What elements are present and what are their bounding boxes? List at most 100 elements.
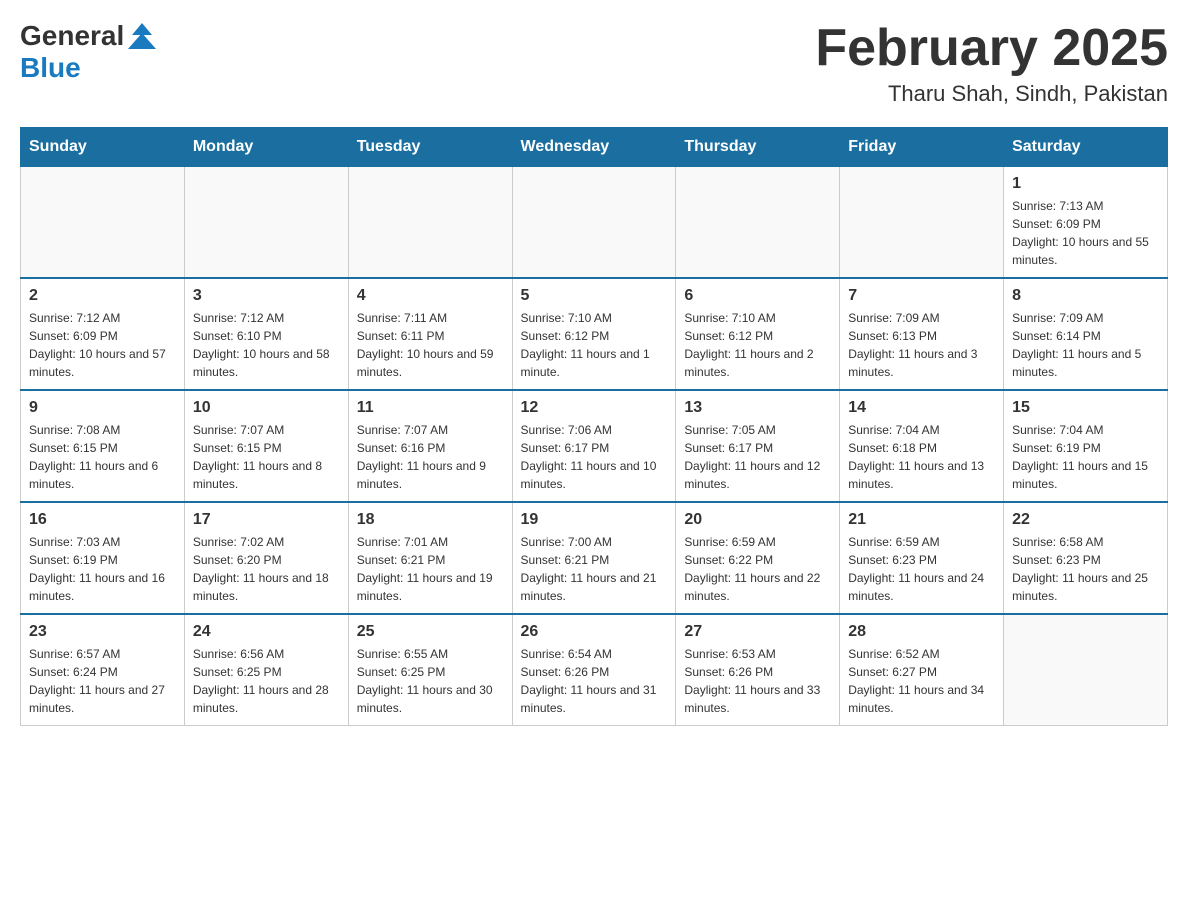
calendar-cell: 18 Sunrise: 7:01 AMSunset: 6:21 PMDayligh… xyxy=(348,502,512,614)
day-sun-info: Sunrise: 7:09 AMSunset: 6:14 PMDaylight:… xyxy=(1012,309,1159,381)
calendar-cell: 27 Sunrise: 6:53 AMSunset: 6:26 PMDayligh… xyxy=(676,614,840,726)
calendar-cell xyxy=(21,167,185,279)
day-sun-info: Sunrise: 7:01 AMSunset: 6:21 PMDaylight:… xyxy=(357,533,504,605)
calendar-day-header: Tuesday xyxy=(348,128,512,167)
day-number: 8 xyxy=(1012,287,1159,305)
calendar-week-row: 16 Sunrise: 7:03 AMSunset: 6:19 PMDayligh… xyxy=(21,502,1168,614)
day-number: 7 xyxy=(848,287,995,305)
day-number: 19 xyxy=(521,511,668,529)
calendar-cell: 7 Sunrise: 7:09 AMSunset: 6:13 PMDaylight… xyxy=(840,278,1004,390)
day-number: 22 xyxy=(1012,511,1159,529)
calendar-table: SundayMondayTuesdayWednesdayThursdayFrid… xyxy=(20,127,1168,726)
logo-general-text: General xyxy=(20,20,124,52)
day-number: 24 xyxy=(193,623,340,641)
calendar-cell: 13Sunrise: 7:05 AMSunset: 6:17 PMDayligh… xyxy=(676,390,840,502)
day-sun-info: Sunrise: 7:11 AMSunset: 6:11 PMDaylight:… xyxy=(357,309,504,381)
day-sun-info: Sunrise: 6:55 AMSunset: 6:25 PMDaylight:… xyxy=(357,645,504,717)
calendar-cell: 1Sunrise: 7:13 AMSunset: 6:09 PMDaylight… xyxy=(1004,167,1168,279)
calendar-cell: 15 Sunrise: 7:04 AMSunset: 6:19 PMDayligh… xyxy=(1004,390,1168,502)
calendar-cell: 2 Sunrise: 7:12 AMSunset: 6:09 PMDaylight… xyxy=(21,278,185,390)
day-sun-info: Sunrise: 7:07 AMSunset: 6:15 PMDaylight:… xyxy=(193,421,340,493)
day-sun-info: Sunrise: 7:06 AMSunset: 6:17 PMDaylight:… xyxy=(521,421,668,493)
day-number: 10 xyxy=(193,399,340,417)
calendar-cell xyxy=(676,167,840,279)
calendar-cell xyxy=(1004,614,1168,726)
day-sun-info: Sunrise: 7:04 AMSunset: 6:19 PMDaylight:… xyxy=(1012,421,1159,493)
calendar-week-row: 9Sunrise: 7:08 AMSunset: 6:15 PMDaylight… xyxy=(21,390,1168,502)
day-sun-info: Sunrise: 7:05 AMSunset: 6:17 PMDaylight:… xyxy=(684,421,831,493)
calendar-cell: 14 Sunrise: 7:04 AMSunset: 6:18 PMDayligh… xyxy=(840,390,1004,502)
day-number: 3 xyxy=(193,287,340,305)
calendar-day-header: Saturday xyxy=(1004,128,1168,167)
calendar-cell: 17Sunrise: 7:02 AMSunset: 6:20 PMDayligh… xyxy=(184,502,348,614)
calendar-cell: 24 Sunrise: 6:56 AMSunset: 6:25 PMDayligh… xyxy=(184,614,348,726)
day-sun-info: Sunrise: 6:59 AMSunset: 6:23 PMDaylight:… xyxy=(848,533,995,605)
location-subtitle: Tharu Shah, Sindh, Pakistan xyxy=(815,81,1168,107)
day-sun-info: Sunrise: 7:13 AMSunset: 6:09 PMDaylight:… xyxy=(1012,197,1159,269)
calendar-cell: 26Sunrise: 6:54 AMSunset: 6:26 PMDayligh… xyxy=(512,614,676,726)
calendar-day-header: Wednesday xyxy=(512,128,676,167)
day-number: 20 xyxy=(684,511,831,529)
calendar-cell: 11 Sunrise: 7:07 AMSunset: 6:16 PMDayligh… xyxy=(348,390,512,502)
day-number: 27 xyxy=(684,623,831,641)
day-sun-info: Sunrise: 7:10 AMSunset: 6:12 PMDaylight:… xyxy=(684,309,831,381)
day-sun-info: Sunrise: 7:00 AMSunset: 6:21 PMDaylight:… xyxy=(521,533,668,605)
day-number: 14 xyxy=(848,399,995,417)
calendar-cell: 4 Sunrise: 7:11 AMSunset: 6:11 PMDaylight… xyxy=(348,278,512,390)
calendar-week-row: 1Sunrise: 7:13 AMSunset: 6:09 PMDaylight… xyxy=(21,167,1168,279)
calendar-header-row: SundayMondayTuesdayWednesdayThursdayFrid… xyxy=(21,128,1168,167)
month-title: February 2025 xyxy=(815,20,1168,77)
calendar-cell: 8 Sunrise: 7:09 AMSunset: 6:14 PMDaylight… xyxy=(1004,278,1168,390)
calendar-cell xyxy=(512,167,676,279)
day-sun-info: Sunrise: 6:56 AMSunset: 6:25 PMDaylight:… xyxy=(193,645,340,717)
page-header: General Blue February 2025 Tharu Shah, S… xyxy=(20,20,1168,107)
calendar-day-header: Thursday xyxy=(676,128,840,167)
logo-blue-text: Blue xyxy=(20,52,81,84)
day-sun-info: Sunrise: 7:04 AMSunset: 6:18 PMDaylight:… xyxy=(848,421,995,493)
day-sun-info: Sunrise: 6:58 AMSunset: 6:23 PMDaylight:… xyxy=(1012,533,1159,605)
day-number: 6 xyxy=(684,287,831,305)
day-sun-info: Sunrise: 6:54 AMSunset: 6:26 PMDaylight:… xyxy=(521,645,668,717)
calendar-cell: 22 Sunrise: 6:58 AMSunset: 6:23 PMDayligh… xyxy=(1004,502,1168,614)
day-number: 9 xyxy=(29,399,176,417)
day-sun-info: Sunrise: 7:12 AMSunset: 6:09 PMDaylight:… xyxy=(29,309,176,381)
day-number: 16 xyxy=(29,511,176,529)
day-sun-info: Sunrise: 7:12 AMSunset: 6:10 PMDaylight:… xyxy=(193,309,340,381)
day-number: 25 xyxy=(357,623,504,641)
day-number: 15 xyxy=(1012,399,1159,417)
day-number: 4 xyxy=(357,287,504,305)
title-section: February 2025 Tharu Shah, Sindh, Pakista… xyxy=(815,20,1168,107)
day-number: 5 xyxy=(521,287,668,305)
calendar-cell: 21Sunrise: 6:59 AMSunset: 6:23 PMDayligh… xyxy=(840,502,1004,614)
day-number: 17 xyxy=(193,511,340,529)
calendar-day-header: Monday xyxy=(184,128,348,167)
calendar-cell xyxy=(840,167,1004,279)
day-sun-info: Sunrise: 6:57 AMSunset: 6:24 PMDaylight:… xyxy=(29,645,176,717)
calendar-cell: 5 Sunrise: 7:10 AMSunset: 6:12 PMDaylight… xyxy=(512,278,676,390)
day-number: 12 xyxy=(521,399,668,417)
day-number: 18 xyxy=(357,511,504,529)
calendar-week-row: 2 Sunrise: 7:12 AMSunset: 6:09 PMDaylight… xyxy=(21,278,1168,390)
day-sun-info: Sunrise: 6:53 AMSunset: 6:26 PMDaylight:… xyxy=(684,645,831,717)
day-sun-info: Sunrise: 7:09 AMSunset: 6:13 PMDaylight:… xyxy=(848,309,995,381)
day-sun-info: Sunrise: 7:10 AMSunset: 6:12 PMDaylight:… xyxy=(521,309,668,381)
calendar-day-header: Sunday xyxy=(21,128,185,167)
day-number: 11 xyxy=(357,399,504,417)
calendar-cell: 9Sunrise: 7:08 AMSunset: 6:15 PMDaylight… xyxy=(21,390,185,502)
day-sun-info: Sunrise: 7:03 AMSunset: 6:19 PMDaylight:… xyxy=(29,533,176,605)
calendar-cell xyxy=(184,167,348,279)
day-sun-info: Sunrise: 6:59 AMSunset: 6:22 PMDaylight:… xyxy=(684,533,831,605)
day-sun-info: Sunrise: 7:07 AMSunset: 6:16 PMDaylight:… xyxy=(357,421,504,493)
calendar-cell xyxy=(348,167,512,279)
calendar-cell: 20 Sunrise: 6:59 AMSunset: 6:22 PMDayligh… xyxy=(676,502,840,614)
calendar-cell: 10 Sunrise: 7:07 AMSunset: 6:15 PMDayligh… xyxy=(184,390,348,502)
calendar-cell: 12 Sunrise: 7:06 AMSunset: 6:17 PMDayligh… xyxy=(512,390,676,502)
calendar-cell: 25 Sunrise: 6:55 AMSunset: 6:25 PMDayligh… xyxy=(348,614,512,726)
calendar-cell: 28Sunrise: 6:52 AMSunset: 6:27 PMDayligh… xyxy=(840,614,1004,726)
logo: General Blue xyxy=(20,20,156,84)
day-number: 2 xyxy=(29,287,176,305)
calendar-cell: 23Sunrise: 6:57 AMSunset: 6:24 PMDayligh… xyxy=(21,614,185,726)
day-number: 28 xyxy=(848,623,995,641)
calendar-cell: 19 Sunrise: 7:00 AMSunset: 6:21 PMDayligh… xyxy=(512,502,676,614)
calendar-day-header: Friday xyxy=(840,128,1004,167)
